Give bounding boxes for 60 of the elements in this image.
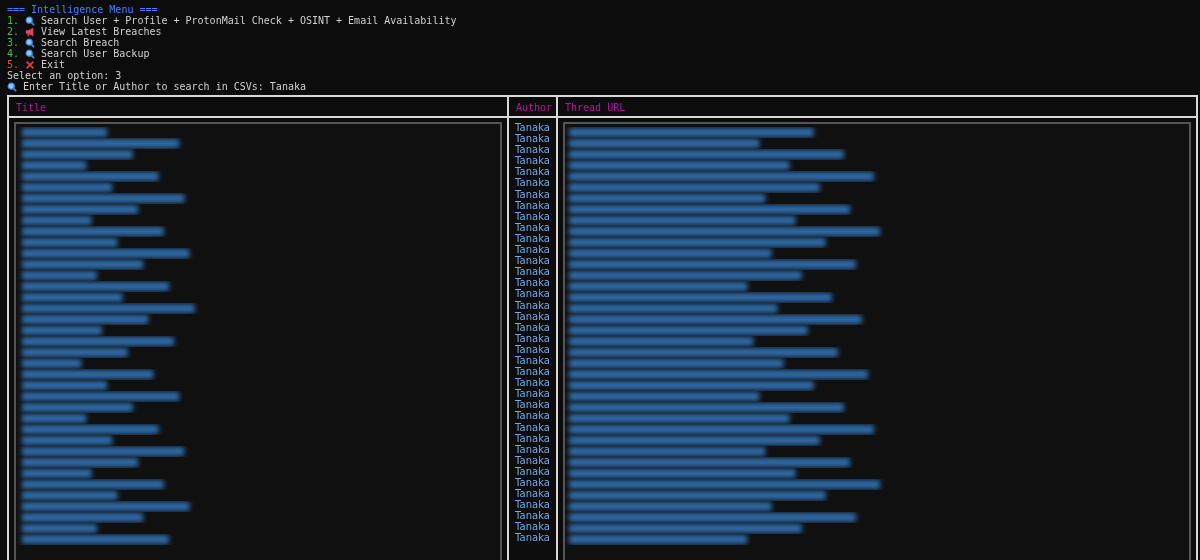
option-prompt: Select an option: 3 xyxy=(7,70,122,81)
menu-number: 4. xyxy=(7,48,20,59)
author-cell-text: Tanaka xyxy=(514,343,551,355)
menu-number: 2. xyxy=(7,26,20,37)
author-cell-text: Tanaka xyxy=(514,244,551,256)
column-header: Title xyxy=(9,97,507,116)
author-cell-text: Tanaka xyxy=(514,310,551,322)
author-cell-text: Tanaka xyxy=(514,221,551,233)
menu-number: 3. xyxy=(7,37,20,48)
author-cell-text: Tanaka xyxy=(514,277,551,289)
author-cell-text: Tanaka xyxy=(514,377,551,389)
menu-item-label: View Latest Breaches xyxy=(41,26,162,37)
author-cell-text: Tanaka xyxy=(514,155,551,167)
search-icon xyxy=(25,15,36,26)
search-prompt: Enter Title or Author to search in CSVs: Tanaka xyxy=(23,81,306,92)
menu-item-label: Exit xyxy=(41,59,66,70)
author-cell-text: Tanaka xyxy=(514,210,551,222)
search-icon xyxy=(25,37,36,48)
author-cell-text: Tanaka xyxy=(514,510,551,522)
author-cell-text: Tanaka xyxy=(514,488,551,500)
menu-item-label: Search User Backup xyxy=(41,48,150,59)
author-cell-text: Tanaka xyxy=(514,299,551,311)
menu-number: 1. xyxy=(7,15,20,26)
megaphone-icon xyxy=(25,26,36,37)
search-icon xyxy=(7,81,17,92)
close-icon xyxy=(25,59,36,70)
author-cell-text: Tanaka xyxy=(514,499,551,511)
author-cell-text: Tanaka xyxy=(514,432,551,444)
author-cell-text: Tanaka xyxy=(514,421,551,433)
search-icon xyxy=(25,48,36,59)
author-cell-text: Tanaka xyxy=(514,388,551,400)
author-cell-text: Tanaka xyxy=(514,122,551,134)
author-cell-text: Tanaka xyxy=(514,399,551,411)
author-cell-text: Tanaka xyxy=(514,288,551,300)
author-cell-text: Tanaka xyxy=(514,177,551,189)
author-cell-text: Tanaka xyxy=(514,144,551,156)
menu-item-label: Search User + Profile + ProtonMail Check + OSINT + Email Availability xyxy=(41,15,457,26)
author-cell-text: Tanaka xyxy=(514,410,551,422)
author-cell-text: Tanaka xyxy=(514,532,551,544)
author-cell-text: Tanaka xyxy=(514,188,551,200)
author-cell-text: Tanaka xyxy=(514,255,551,267)
column-header: Author xyxy=(509,97,556,116)
menu-item-label: Search Breach xyxy=(41,37,120,48)
author-cell-text: Tanaka xyxy=(514,199,551,211)
menu-title: === Intelligence Menu === xyxy=(7,4,158,15)
author-cell-text: Tanaka xyxy=(514,465,551,477)
author-cell-text: Tanaka xyxy=(514,521,551,533)
author-cell-text: Tanaka xyxy=(514,443,551,455)
author-cell-text: Tanaka xyxy=(514,133,551,145)
column-header: Thread URL xyxy=(558,97,1196,116)
author-cell-text: Tanaka xyxy=(514,321,551,333)
author-cell-text: Tanaka xyxy=(514,454,551,466)
author-cell-text: Tanaka xyxy=(514,232,551,245)
author-cell-text: Tanaka xyxy=(514,266,551,278)
author-cell-text: Tanaka xyxy=(514,166,551,178)
author-cell-text: Tanaka xyxy=(514,366,551,378)
author-cell-text: Tanaka xyxy=(514,332,551,344)
author-cell-text: Tanaka xyxy=(514,354,551,367)
author-cell-text: Tanaka xyxy=(514,477,551,489)
menu-number: 5. xyxy=(7,59,20,70)
